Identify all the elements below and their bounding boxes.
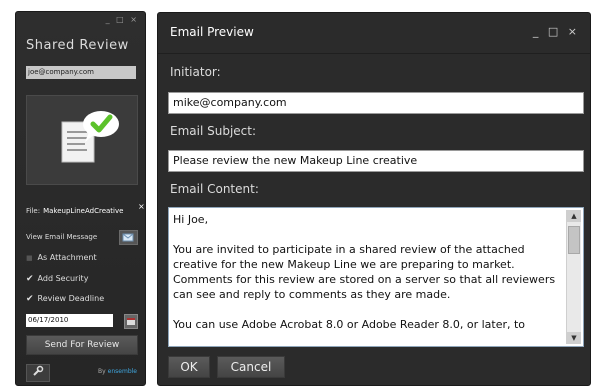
view-email-button[interactable] (119, 230, 138, 245)
checkmark-icon[interactable]: ✔ (26, 274, 35, 284)
wrench-icon[interactable] (26, 364, 50, 382)
brand-link[interactable]: ensemble (108, 368, 137, 375)
content-paragraph: You are invited to participate in a shar… (173, 243, 556, 301)
scroll-down-icon[interactable]: ▼ (567, 332, 581, 344)
title-divider (158, 53, 590, 54)
initiator-label: Initiator: (170, 65, 221, 79)
panel-title: Shared Review (26, 38, 129, 53)
option-label: Add Security (37, 274, 89, 283)
email-content-textarea[interactable]: Hi Joe, You are invited to participate i… (168, 207, 584, 347)
by-label: By (98, 368, 106, 375)
byline: By ensemble (98, 368, 137, 375)
view-email-label: View Email Message (26, 233, 98, 241)
left-window-controls[interactable]: _ □ × (106, 15, 139, 24)
content-paragraph: You can use Adobe Acrobat 8.0 or Adobe R… (173, 318, 526, 331)
email-preview-dialog: Email Preview _ □ × Initiator: mike@comp… (157, 12, 591, 386)
subject-label: Email Subject: (170, 124, 257, 138)
remove-file-icon[interactable]: × (138, 202, 145, 211)
deadline-date-field[interactable]: 06/17/2010 (26, 314, 113, 327)
ok-button[interactable]: OK (168, 356, 210, 378)
shared-review-panel: _ □ × Shared Review joe@company.com File… (15, 11, 146, 386)
send-for-review-button[interactable]: Send For Review (26, 335, 138, 355)
envelope-icon (122, 233, 134, 242)
checkbox-unchecked-icon[interactable]: ■ (26, 254, 35, 262)
checkmark-icon[interactable]: ✔ (26, 294, 35, 304)
scroll-thumb[interactable] (568, 226, 580, 254)
option-as-attachment[interactable]: ■ As Attachment (26, 253, 97, 262)
dialog-window-controls[interactable]: _ □ × (533, 25, 580, 38)
content-label: Email Content: (170, 182, 259, 196)
file-row: File: MakeupLineAdCreative (26, 207, 123, 215)
subject-field[interactable]: Please review the new Makeup Line creati… (168, 150, 584, 172)
document-approval-icon (26, 95, 138, 185)
initiator-field[interactable]: mike@company.com (168, 92, 584, 114)
content-paragraph: Hi Joe, (173, 213, 209, 226)
dialog-title: Email Preview (170, 25, 254, 39)
content-scrollbar[interactable]: ▲ ▼ (566, 210, 581, 344)
option-label: Review Deadline (37, 294, 105, 303)
calendar-icon[interactable] (124, 314, 138, 329)
option-add-security[interactable]: ✔ Add Security (26, 274, 88, 284)
email-content-text: Hi Joe, You are invited to participate i… (173, 212, 563, 346)
option-review-deadline[interactable]: ✔ Review Deadline (26, 294, 104, 304)
cancel-button[interactable]: Cancel (217, 356, 285, 378)
file-name: MakeupLineAdCreative (43, 207, 124, 215)
reviewer-email-field[interactable]: joe@company.com (26, 66, 136, 79)
file-label: File: (26, 207, 41, 215)
option-label: As Attachment (37, 253, 97, 262)
scroll-up-icon[interactable]: ▲ (567, 210, 581, 222)
